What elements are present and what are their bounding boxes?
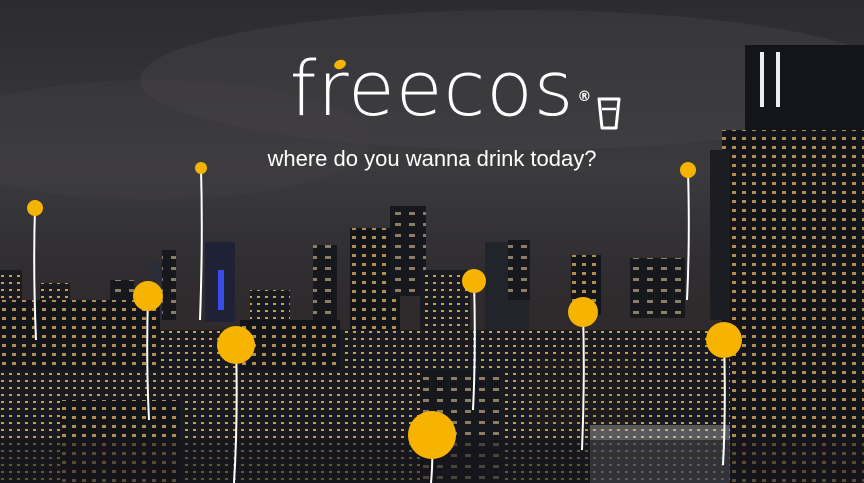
- glass-icon: [597, 97, 621, 130]
- tagline: where do you wanna drink today?: [267, 146, 597, 171]
- brand-name: freecos: [289, 44, 575, 133]
- brand-logo[interactable]: freecos ®: [0, 44, 864, 134]
- registered-mark: ®: [577, 89, 593, 105]
